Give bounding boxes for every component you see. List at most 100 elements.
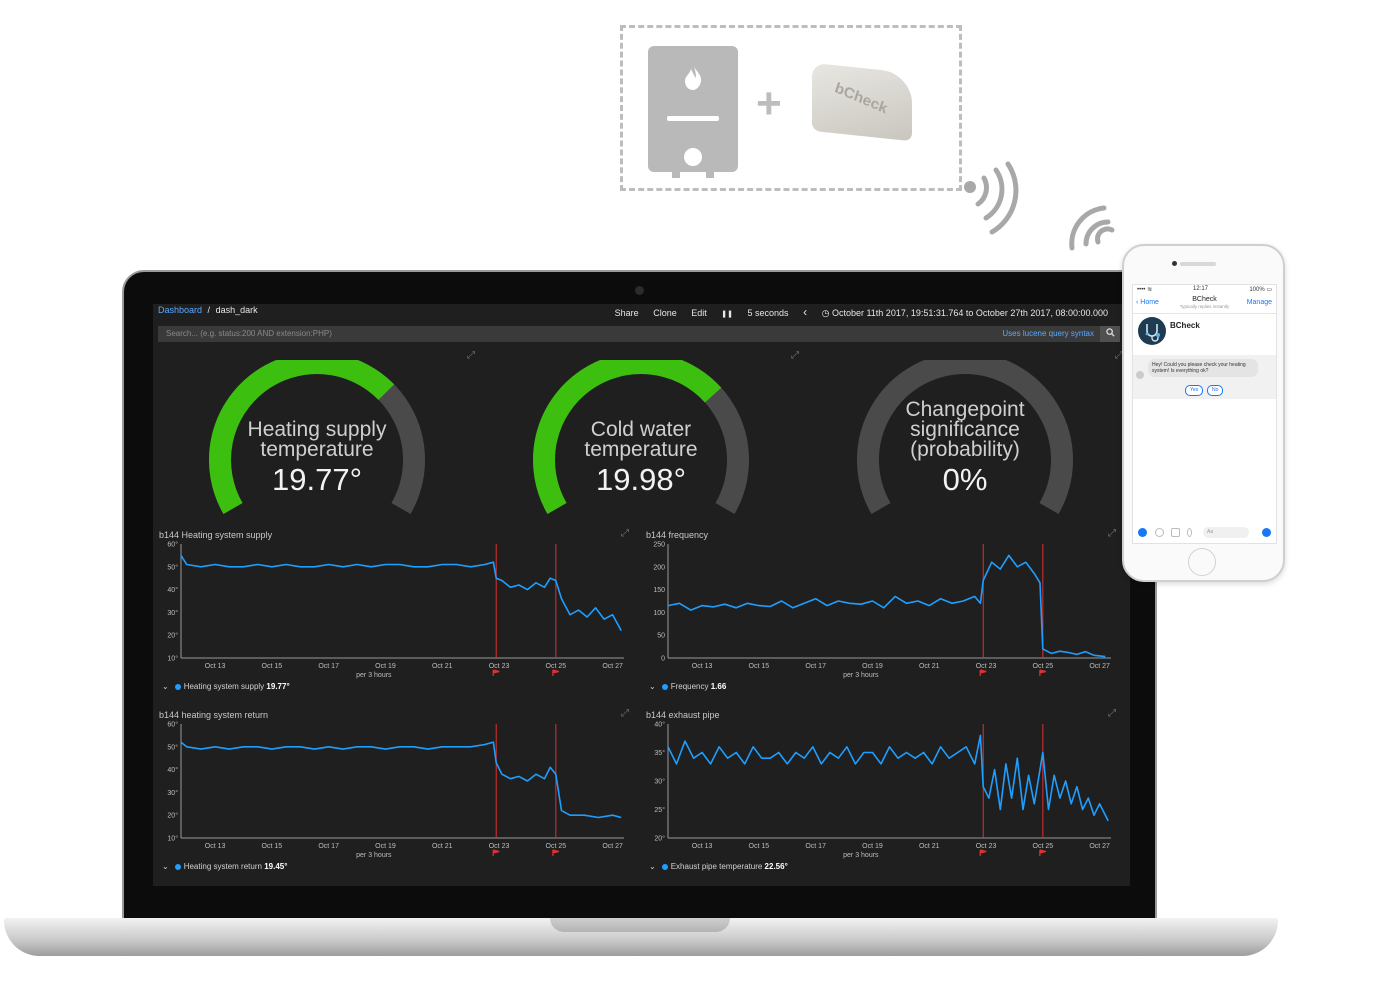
flag-icon <box>552 849 559 856</box>
edit-button[interactable]: Edit <box>691 308 707 318</box>
y-tick-label: 30° <box>654 778 665 786</box>
legend-series-name[interactable]: Exhaust pipe temperature <box>671 862 763 871</box>
line-chart: 10° 20° 30° 40° 50° 60° Oct 13 Oct 15 Oct 17 Oct … <box>167 541 624 679</box>
expand-icon[interactable]: ⤢ <box>621 528 629 539</box>
x-tick-label: Oct 25 <box>546 843 567 850</box>
microphone-icon[interactable] <box>1187 528 1192 537</box>
line-chart: 0 50 100 150 200 250 Oct 13 Oct 15 Oct 17 Oct 19 O… <box>653 542 1111 679</box>
chevron-down-icon[interactable]: ⌄ <box>649 862 656 871</box>
message-input[interactable]: Aa <box>1203 527 1249 538</box>
quick-reply-no[interactable]: No <box>1207 385 1224 396</box>
expand-icon[interactable]: ⤢ <box>467 350 475 361</box>
clone-button[interactable]: Clone <box>653 308 677 318</box>
y-tick-label: 20° <box>654 835 665 843</box>
x-axis-label: per 3 hours <box>356 672 392 679</box>
expand-icon[interactable]: ⤢ <box>791 350 799 361</box>
lucene-syntax-link[interactable]: Uses lucene query syntax <box>1002 329 1094 338</box>
x-tick-label: Oct 27 <box>1089 663 1110 670</box>
chevron-down-icon[interactable]: ⌄ <box>162 682 169 691</box>
series-line <box>180 741 622 819</box>
x-tick-label: Oct 15 <box>262 663 283 670</box>
legend-series-value: 19.77° <box>266 682 290 691</box>
chevron-down-icon[interactable]: ⌄ <box>162 862 169 871</box>
wifi-signal-icon <box>964 161 1019 235</box>
legend-series-name[interactable]: Frequency <box>671 682 709 691</box>
y-tick-label: 35° <box>654 749 665 757</box>
y-tick-label: 40° <box>167 766 178 774</box>
flame-icon <box>685 64 702 90</box>
search-icon[interactable] <box>1100 326 1120 342</box>
flag-icon <box>492 669 500 676</box>
breadcrumb-current: dash_dark <box>215 305 258 315</box>
line-chart: 10° 20° 30° 40° 50° 60° Oct 13 Oct 15 Oct 17 Oct … <box>167 721 624 859</box>
x-tick-label: Oct 25 <box>1033 663 1054 670</box>
expand-icon[interactable]: ⤢ <box>1108 708 1116 719</box>
dashboard-topbar: Dashboard / dash_dark Share Clone Edit ❚… <box>153 304 1130 322</box>
series-color-dot <box>661 683 668 690</box>
panel-title: b144 heating system return <box>159 710 269 720</box>
chart-legend: ⌄ Heating system return 19.45° <box>162 862 287 871</box>
quick-reply-yes[interactable]: Yes <box>1185 385 1204 396</box>
laptop-notch <box>550 918 730 932</box>
series-line <box>667 554 1106 658</box>
plus-icon[interactable] <box>1138 528 1147 537</box>
x-tick-label: Oct 17 <box>805 843 826 850</box>
x-tick-label: Oct 23 <box>489 843 510 850</box>
series-color-dot <box>174 683 181 690</box>
x-tick-label: Oct 27 <box>1089 843 1110 850</box>
x-axis-label: per 3 hours <box>843 852 879 859</box>
like-icon[interactable] <box>1262 528 1271 537</box>
chevron-down-icon[interactable]: ⌄ <box>649 682 656 691</box>
plus-icon: + <box>756 79 782 128</box>
legend-series-name[interactable]: Heating system supply <box>184 682 264 691</box>
bot-name: BCheck <box>1170 321 1200 330</box>
manage-button[interactable]: Manage <box>1247 299 1272 306</box>
stethoscope-icon <box>1145 324 1160 342</box>
x-tick-label: Oct 27 <box>602 663 623 670</box>
gauge-label-line: (probability) <box>910 438 1020 461</box>
smartphone: •••• ≋ 12:17 100% ▭ ‹ Home BCheck Typica… <box>1122 244 1285 582</box>
breadcrumb-dashboard-link[interactable]: Dashboard <box>158 305 202 315</box>
gallery-icon[interactable] <box>1171 528 1180 537</box>
camera-icon[interactable] <box>1155 528 1164 537</box>
y-tick-label: 10° <box>167 655 178 663</box>
bot-avatar <box>1138 317 1166 345</box>
refresh-interval-button[interactable]: 5 seconds <box>748 308 789 318</box>
chat-message-bubble: Hey! Could you please check your heating… <box>1148 359 1258 377</box>
chat-messages: Hey! Could you please check your heating… <box>1133 355 1276 399</box>
x-tick-label: Oct 15 <box>749 843 770 850</box>
x-tick-label: Oct 23 <box>976 663 997 670</box>
share-button[interactable]: Share <box>615 308 639 318</box>
series-line <box>180 554 622 631</box>
y-tick-label: 200 <box>653 564 665 571</box>
pause-icon[interactable]: ❚❚ <box>721 311 733 318</box>
y-tick-label: 20° <box>167 632 178 640</box>
boiler-display-bar <box>667 116 719 121</box>
legend-series-name[interactable]: Heating system return <box>184 862 262 871</box>
expand-icon[interactable]: ⤢ <box>1108 528 1116 539</box>
x-tick-label: Oct 19 <box>862 663 883 670</box>
flag-icon <box>1039 849 1046 856</box>
y-tick-label: 30° <box>167 609 178 617</box>
y-tick-label: 50° <box>167 563 178 571</box>
gauge-changepoint: Changepoint significance (probability) 0… <box>845 360 1085 520</box>
sender-avatar <box>1136 371 1144 379</box>
gauge-value: 19.98° <box>596 462 686 497</box>
boiler-foot <box>672 172 680 178</box>
chat-input-bar: Aa <box>1133 525 1276 541</box>
x-tick-label: Oct 23 <box>489 663 510 670</box>
panel-title: b144 Heating system supply <box>159 530 273 540</box>
legend-series-value: 22.56° <box>764 862 788 871</box>
flag-icon <box>492 849 500 856</box>
y-tick-label: 150 <box>653 587 665 594</box>
search-bar: Search... (e.g. status:200 AND extension… <box>158 326 1120 342</box>
laptop-camera <box>635 286 644 295</box>
time-range-picker[interactable]: ◷ October 11th 2017, 19:51:31.764 to Oct… <box>822 308 1108 318</box>
x-tick-label: Oct 19 <box>862 843 883 850</box>
x-tick-label: Oct 13 <box>692 843 713 850</box>
previous-time-icon[interactable]: ‹ <box>803 305 807 319</box>
breadcrumb: Dashboard / dash_dark <box>158 305 258 315</box>
x-tick-label: Oct 13 <box>692 663 713 670</box>
expand-icon[interactable]: ⤢ <box>621 708 629 719</box>
search-input[interactable]: Search... (e.g. status:200 AND extension… <box>166 329 332 338</box>
